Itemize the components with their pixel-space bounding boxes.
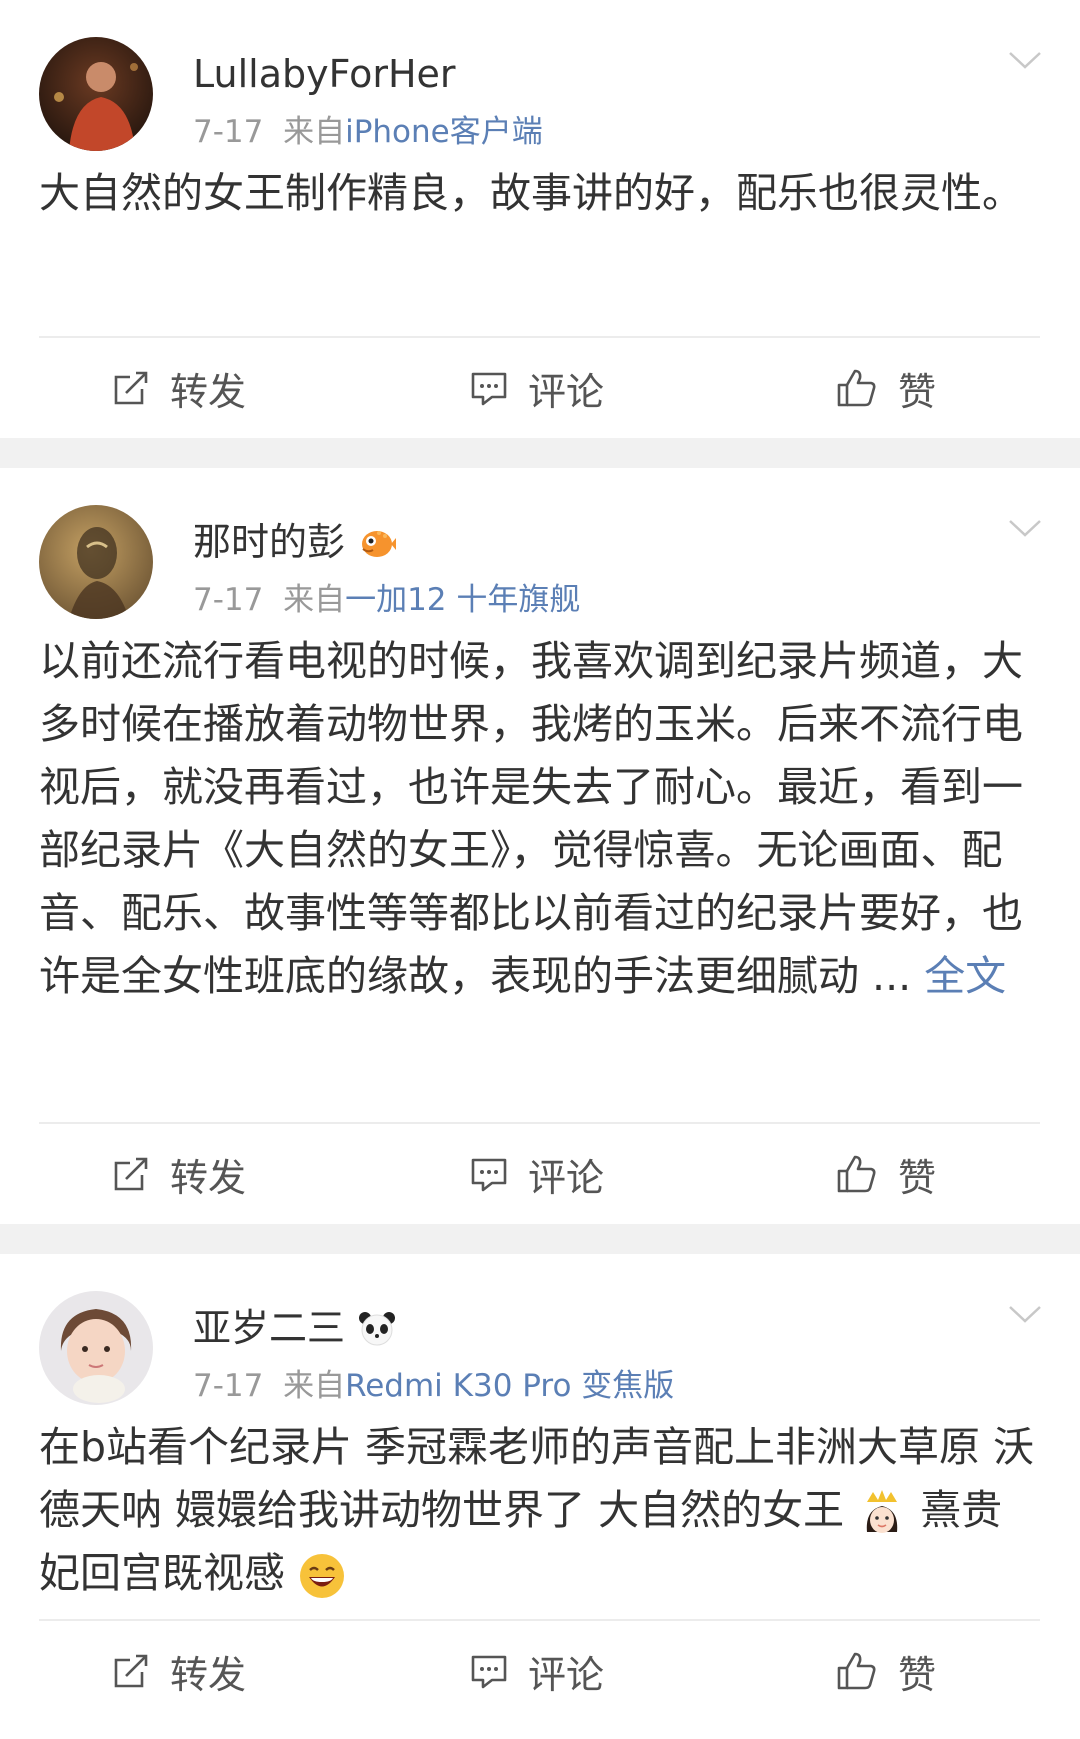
like-label: 赞 (898, 1652, 937, 1697)
comment-label: 评论 (528, 1155, 605, 1200)
username[interactable]: 亚岁二三 (193, 1302, 397, 1354)
from-label: 来自 (283, 114, 346, 150)
action-bar: 转发 评论 赞 (0, 1124, 1080, 1224)
action-bar: 转发 评论 赞 (0, 1621, 1080, 1721)
thumbs-up-icon (837, 369, 876, 407)
repost-icon (114, 371, 148, 405)
from-label: 来自 (283, 582, 346, 618)
repost-label: 转发 (170, 1652, 247, 1697)
panda-emoji-icon (359, 1312, 396, 1346)
repost-icon (114, 1654, 148, 1688)
comment-label: 评论 (528, 1652, 605, 1697)
comment-button[interactable]: 评论 (470, 1621, 604, 1721)
like-label: 赞 (898, 1155, 937, 1200)
like-button[interactable]: 赞 (836, 338, 936, 438)
avatar[interactable] (39, 505, 153, 619)
from-label: 来自 (283, 1368, 346, 1404)
chevron-down-icon[interactable] (1008, 518, 1042, 538)
chevron-down-icon[interactable] (1008, 1304, 1042, 1324)
post-source[interactable]: Redmi K30 Pro 变焦版 (345, 1368, 674, 1404)
post-text-body: 以前还流行看电视的时候，我喜欢调到纪录片频道，大多时候在播放着动物世界，我烤的玉… (39, 637, 1023, 1000)
post-text: 以前还流行看电视的时候，我喜欢调到纪录片频道，大多时候在播放着动物世界，我烤的玉… (39, 630, 1040, 1008)
repost-label: 转发 (170, 369, 247, 414)
post-card: LullabyForHer 7-17 来自iPhone客户端 大自然的女王制作精… (0, 0, 1080, 438)
like-button[interactable]: 赞 (836, 1124, 936, 1224)
post-card: 那时的彭 7-17 来自一加12 十年旗舰 以前还流行看电视的时候，我喜欢调到纪… (0, 468, 1080, 1224)
post-text: 在b站看个纪录片 季冠霖老师的声音配上非洲大草原 沃德天呐 嬛嬛给我讲动物世界了… (39, 1416, 1040, 1605)
feed: LullabyForHer 7-17 来自iPhone客户端 大自然的女王制作精… (0, 0, 1080, 1739)
action-bar: 转发 评论 赞 (0, 338, 1080, 438)
username-text: 那时的彭 (193, 520, 346, 564)
like-label: 赞 (898, 369, 937, 414)
full-text-link[interactable]: 全文 (924, 952, 1006, 1000)
comment-label: 评论 (528, 369, 605, 414)
post-card: 亚岁二三 7-17 来自Redmi K30 Pro 变焦版 在b站看个纪录片 季… (0, 1254, 1080, 1739)
comment-icon (471, 1158, 507, 1192)
post-text-body: 大自然的女王制作精良，故事讲的好，配乐也很灵性。 (39, 169, 1023, 217)
post-text: 大自然的女王制作精良，故事讲的好，配乐也很灵性。 (39, 162, 1040, 225)
comment-button[interactable]: 评论 (470, 1124, 604, 1224)
username[interactable]: 那时的彭 (193, 516, 397, 568)
chevron-down-icon[interactable] (1008, 50, 1042, 70)
avatar[interactable] (39, 37, 153, 151)
post-meta: 7-17 来自一加12 十年旗舰 (193, 578, 580, 622)
comment-icon (471, 372, 507, 406)
comment-button[interactable]: 评论 (470, 338, 604, 438)
username-text: 亚岁二三 (193, 1306, 346, 1350)
post-meta: 7-17 来自Redmi K30 Pro 变焦版 (193, 1364, 674, 1408)
princess-emoji-icon (866, 1490, 898, 1533)
comment-icon (471, 1655, 507, 1689)
post-source[interactable]: iPhone客户端 (345, 114, 543, 150)
repost-button[interactable]: 转发 (112, 338, 246, 438)
repost-icon (114, 1157, 148, 1191)
repost-button[interactable]: 转发 (112, 1621, 246, 1721)
repost-button[interactable]: 转发 (112, 1124, 246, 1224)
post-source[interactable]: 一加12 十年旗舰 (345, 582, 580, 618)
laughing-emoji-icon (300, 1554, 345, 1598)
post-date: 7-17 (193, 582, 264, 618)
like-button[interactable]: 赞 (836, 1621, 936, 1721)
pufferfish-emoji-icon (362, 531, 397, 557)
avatar[interactable] (39, 1291, 153, 1405)
thumbs-up-icon (837, 1652, 876, 1690)
post-date: 7-17 (193, 114, 264, 150)
post-date: 7-17 (193, 1368, 264, 1404)
username[interactable]: LullabyForHer (193, 48, 456, 100)
post-meta: 7-17 来自iPhone客户端 (193, 110, 543, 154)
thumbs-up-icon (837, 1155, 876, 1193)
repost-label: 转发 (170, 1155, 247, 1200)
